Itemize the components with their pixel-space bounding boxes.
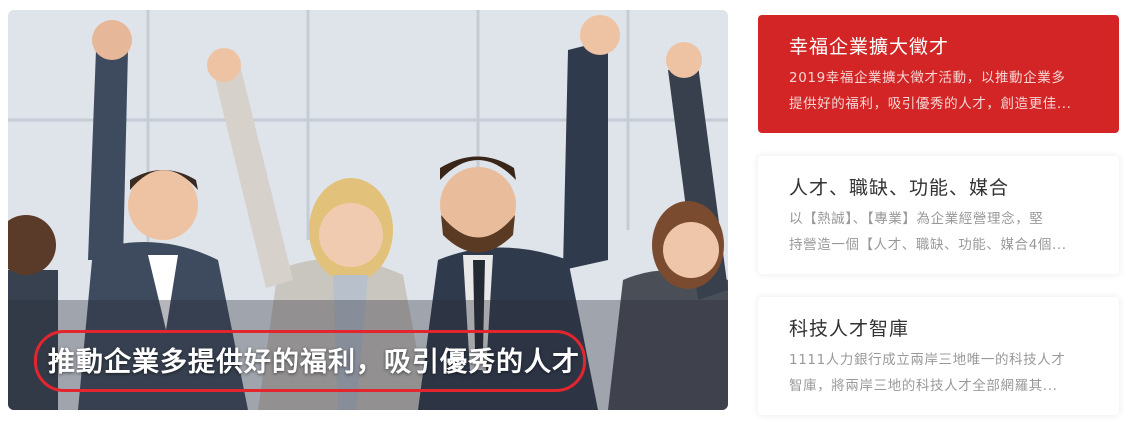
card-title: 人才、職缺、功能、媒合 — [789, 177, 1010, 199]
card-description-line: 1111人力銀行成立兩岸三地唯一的科技人才 — [789, 352, 1066, 368]
card-description-line: 以【熱誠】、【專業】為企業經營理念，堅 — [789, 211, 1044, 227]
hero-caption-highlight: 推動企業多提供好的福利，吸引優秀的人才 — [34, 330, 586, 392]
card-description-line: 2019幸福企業擴大徵才活動，以推動企業多 — [789, 70, 1066, 86]
card-title: 幸福企業擴大徵才 — [789, 36, 950, 58]
card-description-line: 提供好的福利，吸引優秀的人才，創造更佳... — [789, 96, 1072, 112]
hero-caption: 推動企業多提供好的福利，吸引優秀的人才 — [48, 347, 580, 378]
hero-banner[interactable]: 推動企業多提供好的福利，吸引優秀的人才 — [8, 10, 728, 410]
card-description: 以【熱誠】、【專業】為企業經營理念，堅 持營造一個【人才、職缺、功能、媒合4個.… — [789, 206, 1089, 258]
card-talent-matching[interactable]: 人才、職缺、功能、媒合 以【熱誠】、【專業】為企業經營理念，堅 持營造一個【人才… — [758, 156, 1119, 274]
card-description-line: 持營造一個【人才、職缺、功能、媒合4個... — [789, 237, 1067, 253]
card-description: 1111人力銀行成立兩岸三地唯一的科技人才 智庫，將兩岸三地的科技人才全部網羅其… — [789, 347, 1089, 399]
card-title: 科技人才智庫 — [789, 318, 910, 340]
card-tech-talent-pool[interactable]: 科技人才智庫 1111人力銀行成立兩岸三地唯一的科技人才 智庫，將兩岸三地的科技… — [758, 297, 1119, 415]
card-happy-enterprise[interactable]: 幸福企業擴大徵才 2019幸福企業擴大徵才活動，以推動企業多 提供好的福利，吸引… — [758, 15, 1119, 133]
card-description: 2019幸福企業擴大徵才活動，以推動企業多 提供好的福利，吸引優秀的人才，創造更… — [789, 65, 1089, 117]
card-description-line: 智庫，將兩岸三地的科技人才全部網羅其... — [789, 378, 1058, 394]
